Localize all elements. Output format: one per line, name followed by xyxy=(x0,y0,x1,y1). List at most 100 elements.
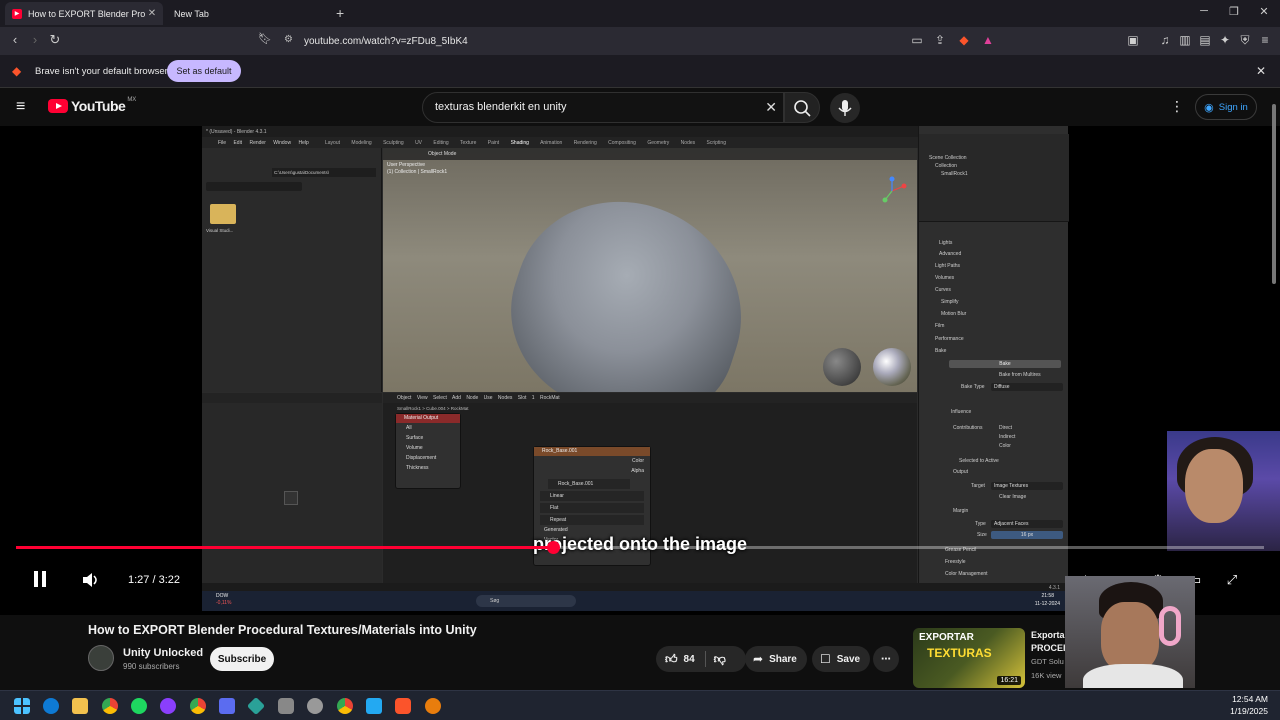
blender-icon[interactable] xyxy=(425,698,441,714)
prop-section: Selected to Active xyxy=(959,458,999,464)
app-icon[interactable] xyxy=(246,696,266,716)
recommended-title[interactable]: Exportar xyxy=(1031,630,1068,640)
prop-label: Bake Type xyxy=(961,384,985,390)
url-text: youtube.com/watch?v=zFDu8_5IbK4 xyxy=(304,35,468,47)
video-time: 1:27 / 3:22 xyxy=(128,574,180,586)
video-player[interactable]: * (Unsaved) - Blender 4.3.1 File Edit Re… xyxy=(0,126,1280,615)
hamburger-menu-icon[interactable]: ≡ xyxy=(16,98,25,116)
app-icon[interactable] xyxy=(307,698,323,714)
share-label: Share xyxy=(769,653,797,665)
hdri-sphere xyxy=(873,348,911,386)
media-icon[interactable]: ♫ xyxy=(1157,33,1173,47)
thumb-text: TEXTURAS xyxy=(927,646,992,660)
prop-section: Influence xyxy=(951,409,972,415)
nav-bar: ‹ › ↻ 🔖︎ ⚙ youtube.com/watch?v=zFDu8_5Ib… xyxy=(0,27,1280,55)
menu-icon[interactable]: ≡ xyxy=(1257,33,1273,47)
recommended-views: 16K view xyxy=(1031,671,1062,680)
close-window-icon[interactable]: ✕ xyxy=(1254,5,1274,18)
fullscreen-icon[interactable]: ⤢ xyxy=(1222,572,1242,588)
progress-knob[interactable] xyxy=(546,541,560,554)
site-info-icon[interactable]: ⚙ xyxy=(284,34,293,45)
share-icon[interactable]: ⇪ xyxy=(932,33,948,47)
vpn-icon[interactable]: ⛨ xyxy=(1237,33,1253,48)
cast-icon[interactable]: ▭ xyxy=(909,33,925,47)
inner-weather-sub: -0,11% xyxy=(216,600,232,606)
app-icon[interactable] xyxy=(219,698,235,714)
search-input[interactable]: texturas blenderkit en unity ✕ xyxy=(422,92,784,123)
outliner-item: Scene Collection xyxy=(929,155,967,161)
chrome-profile-icon[interactable] xyxy=(337,698,353,714)
forward-icon[interactable]: › xyxy=(26,32,44,47)
subscribe-button[interactable]: Subscribe xyxy=(210,647,274,671)
blender-file-browser: C:\Users\gusta\Documents\ Visual Studi..… xyxy=(202,148,382,392)
progress-bar[interactable] xyxy=(16,541,1264,554)
address-bar[interactable]: ⚙ youtube.com/watch?v=zFDu8_5IbK4 xyxy=(256,30,1000,52)
new-tab-plus-icon[interactable]: + xyxy=(336,5,344,21)
more-actions-button[interactable]: ⋯ xyxy=(873,646,899,672)
like-icon[interactable]: 👍︎ xyxy=(665,652,678,667)
save-button[interactable]: ☐ Save xyxy=(812,646,870,672)
channel-name[interactable]: Unity Unlocked xyxy=(123,647,203,659)
minimize-icon[interactable]: ─ xyxy=(1194,5,1214,17)
prop-section: Light Paths xyxy=(935,263,961,269)
node-socket: Thickness xyxy=(406,465,429,471)
reload-icon[interactable]: ↻ xyxy=(46,32,64,48)
blender-3d-viewport: Object Mode User Perspective (1) Collect… xyxy=(383,148,917,392)
tab-new[interactable]: New Tab xyxy=(166,2,326,25)
maximize-icon[interactable]: ❐ xyxy=(1224,5,1244,18)
dislike-icon[interactable]: 👎︎ xyxy=(714,652,726,667)
sidebar-toggle-icon[interactable]: ▣ xyxy=(1125,33,1141,47)
bake-type-dropdown: Diffuse xyxy=(991,383,1063,391)
file-explorer-icon[interactable] xyxy=(72,698,88,714)
sign-in-button[interactable]: ◉ Sign in xyxy=(1195,94,1257,120)
more-options-icon[interactable]: ⋮ xyxy=(1170,98,1184,115)
prop-label: Target xyxy=(971,483,985,489)
brave-shields-icon[interactable]: ◆ xyxy=(956,33,972,47)
channel-avatar[interactable] xyxy=(88,645,114,671)
search-query: texturas blenderkit en unity xyxy=(435,101,567,113)
node-editor-header: Object View Select Add Node Use Nodes Sl… xyxy=(383,393,917,403)
margin-type-dropdown: Adjacent Faces xyxy=(991,520,1063,528)
search-button[interactable] xyxy=(784,92,820,123)
edge-icon[interactable] xyxy=(43,698,59,714)
unity-icon[interactable] xyxy=(278,698,294,714)
webcam-face xyxy=(1185,449,1243,523)
pause-button[interactable] xyxy=(32,570,48,593)
wallet-icon[interactable]: ▤ xyxy=(1197,33,1213,47)
youtube-logo[interactable]: YouTube MX xyxy=(48,97,136,114)
back-icon[interactable]: ‹ xyxy=(6,32,24,47)
inner-date: 11-12-2024 xyxy=(1034,601,1060,607)
tab-bar: ▶ How to EXPORT Blender Proc ✕ New Tab +… xyxy=(0,0,1280,27)
set-default-button[interactable]: Set as default xyxy=(167,60,241,82)
app-icon[interactable] xyxy=(160,698,176,714)
tab-close-icon[interactable]: ✕ xyxy=(145,8,159,19)
windows-start-icon[interactable] xyxy=(14,698,30,714)
chrome-icon[interactable] xyxy=(102,698,118,714)
recommended-thumbnail[interactable]: EXPORTAR TEXTURAS 16:21 xyxy=(913,628,1025,688)
node-socket: Color xyxy=(632,458,644,464)
voice-search-button[interactable] xyxy=(830,93,860,123)
share-button[interactable]: ➦ Share xyxy=(745,646,807,672)
outliner-item: Collection xyxy=(935,163,957,169)
pause-icon xyxy=(34,571,46,587)
leo-ai-icon[interactable]: ✦ xyxy=(1217,33,1233,47)
close-notice-icon[interactable]: ✕ xyxy=(1256,64,1266,78)
taskbar-time: 12:54 AM xyxy=(1232,694,1268,704)
tab-youtube[interactable]: ▶ How to EXPORT Blender Proc ✕ xyxy=(5,2,163,25)
recommended-title[interactable]: PROCEI xyxy=(1031,643,1066,653)
prop-section: Film xyxy=(935,323,945,329)
vscode-icon[interactable] xyxy=(366,698,382,714)
prop-section: Motion Blur xyxy=(941,311,967,317)
volume-button[interactable] xyxy=(82,572,100,593)
clear-search-icon[interactable]: ✕ xyxy=(765,99,777,116)
scrollbar-thumb[interactable] xyxy=(1272,104,1276,284)
prop-label: Direct xyxy=(999,425,1013,431)
page-scrollbar[interactable] xyxy=(1270,90,1278,690)
windows-taskbar xyxy=(0,690,1280,720)
brave-icon[interactable] xyxy=(395,698,411,714)
brave-rewards-icon[interactable]: ▲ xyxy=(980,33,996,47)
navigation-gizmo-icon xyxy=(882,176,907,203)
reader-icon[interactable]: ▥ xyxy=(1177,33,1193,47)
spotify-icon[interactable] xyxy=(131,698,147,714)
chrome-profile-icon[interactable] xyxy=(190,698,206,714)
